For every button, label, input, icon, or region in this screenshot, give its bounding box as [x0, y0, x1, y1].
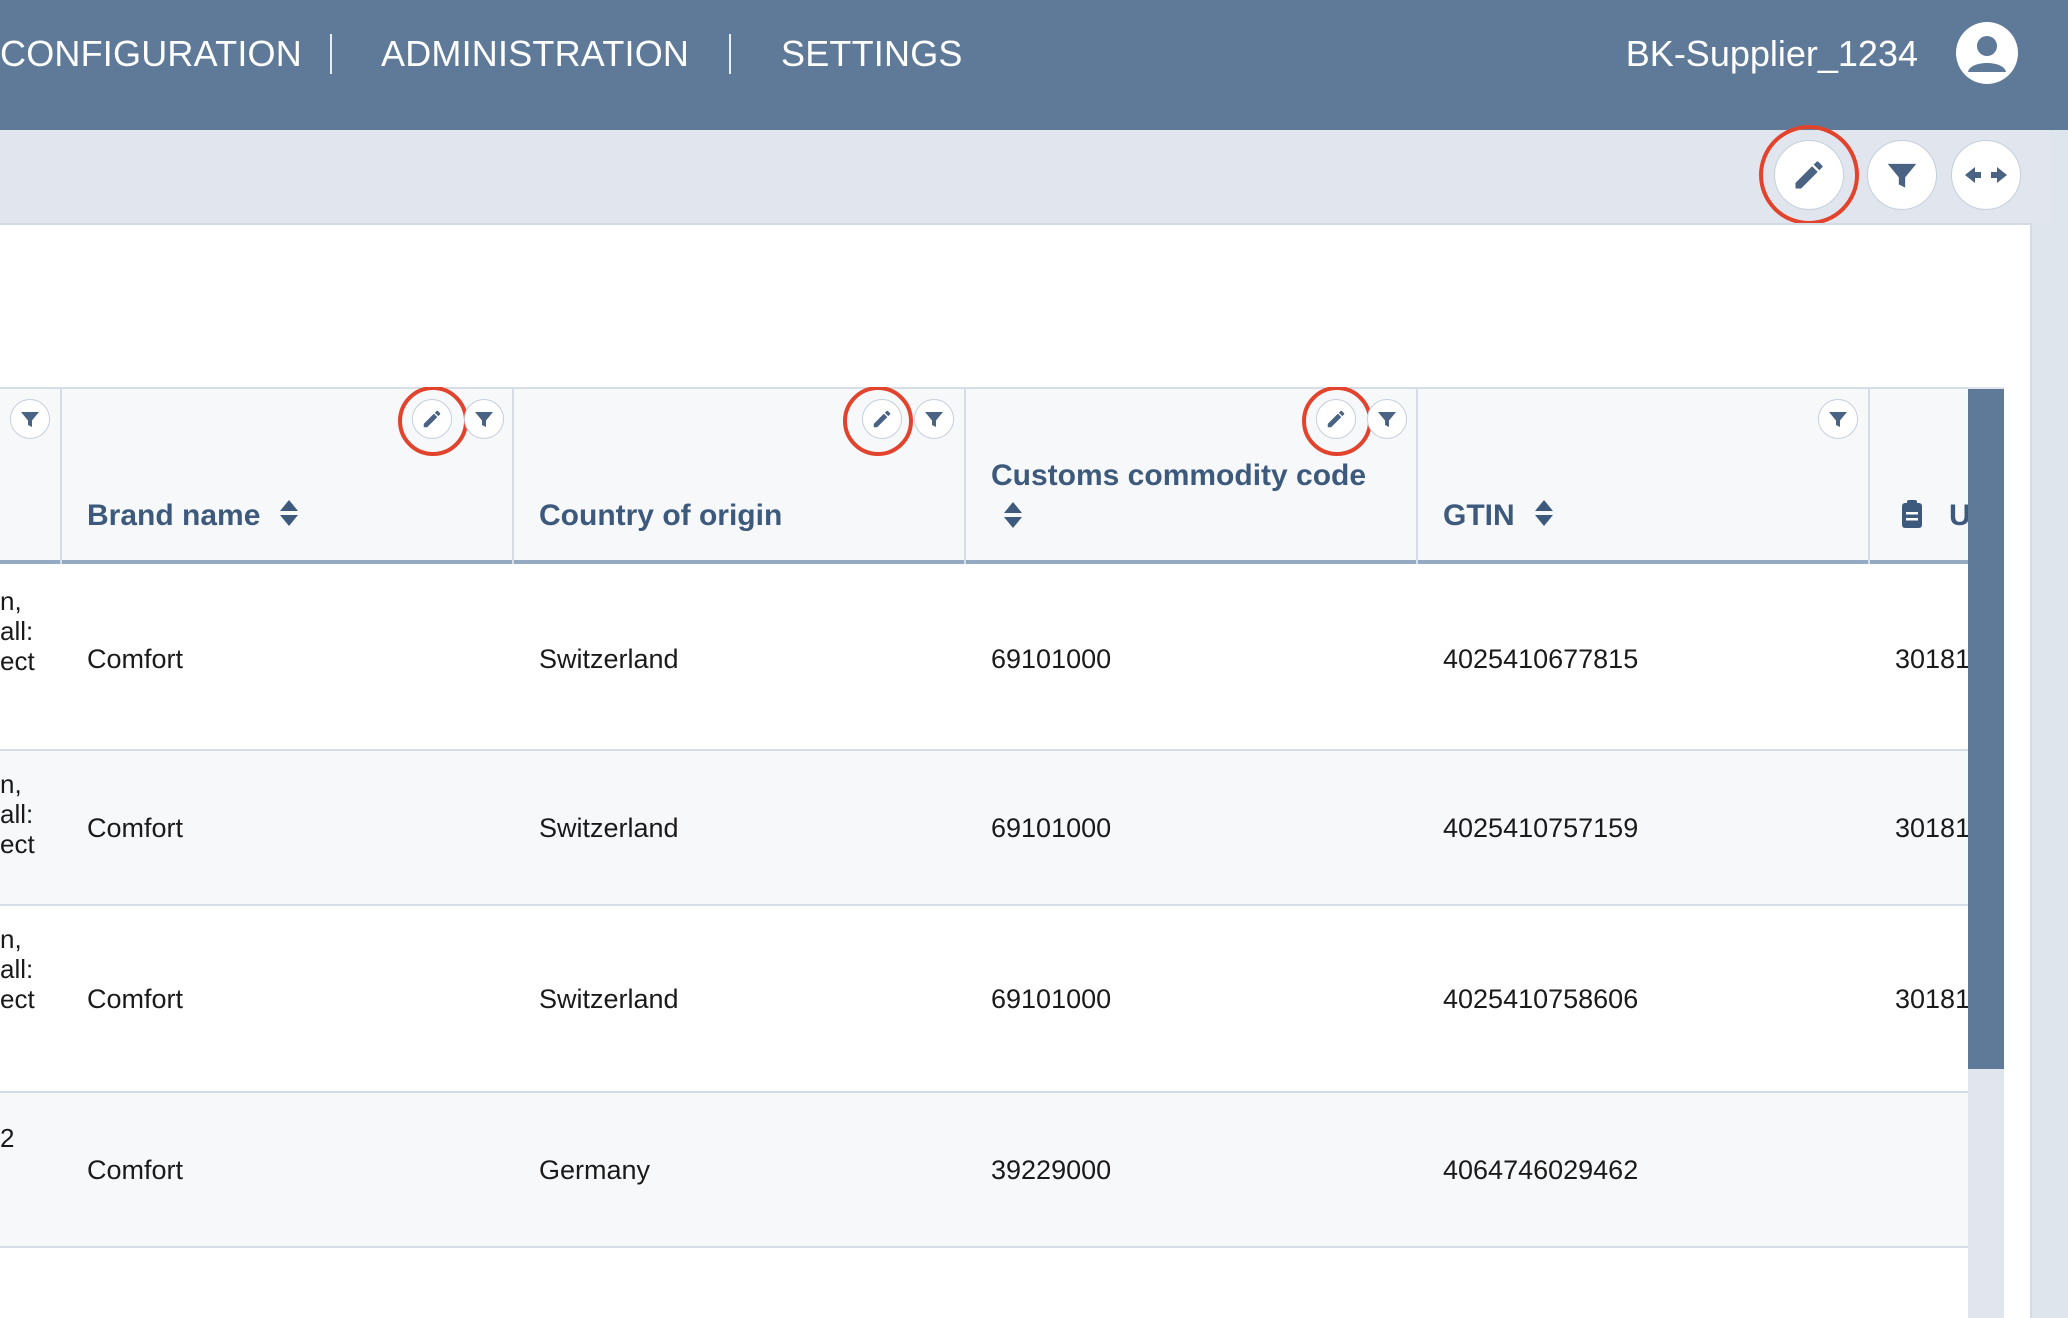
gtin-cell: 4025410757159 [1443, 813, 1639, 843]
nav-divider [330, 34, 332, 74]
clipboard-icon [1900, 499, 1924, 534]
pencil-icon [423, 410, 441, 428]
country-cell: Switzerland [539, 644, 679, 674]
country-cell: Switzerland [539, 813, 679, 843]
brand-cell: Comfort [87, 644, 184, 674]
country-cell: Germany [539, 1155, 651, 1185]
brand-cell: Comfort [87, 984, 184, 1014]
filter-icon [925, 412, 943, 427]
brand-column-edit-button[interactable] [412, 399, 452, 439]
column-header-label: Customs commodity code [991, 459, 1367, 492]
partial-cell: 30181 [1895, 644, 1968, 674]
table-row[interactable]: 2 Comfort Germany 39229000 4064746029462 [0, 1093, 1968, 1248]
gtin-cell: 4064746029462 [1443, 1155, 1639, 1185]
column-header-label: Country of origin [539, 499, 783, 532]
column-header-gtin[interactable]: GTIN [1443, 499, 1555, 535]
customs-cell: 69101000 [991, 644, 1112, 674]
nav-settings[interactable]: SETTINGS [781, 33, 963, 75]
brand-cell: Comfort [87, 1155, 184, 1185]
nav-divider [729, 34, 731, 74]
column-header-partial[interactable]: U [1949, 499, 1968, 533]
customs-cell: 39229000 [991, 1155, 1112, 1185]
nav-configuration[interactable]: CONFIGURATION [0, 33, 302, 75]
bulk-edit-button[interactable] [1774, 140, 1844, 210]
user-avatar-icon[interactable] [1956, 22, 2018, 84]
customs-cell: 69101000 [991, 813, 1112, 843]
column-header-label: Brand name [87, 499, 261, 532]
filter-icon [21, 412, 39, 427]
column-header-brand-name[interactable]: Brand name [87, 499, 300, 535]
table-row[interactable]: n, all: ect Comfort Switzerland 69101000… [0, 751, 1968, 906]
sort-icon[interactable] [278, 499, 300, 535]
filter-icon [1887, 163, 1917, 188]
column-header-label: U [1949, 499, 1968, 532]
truncated-cell-text: n, all: ect [0, 586, 35, 676]
filter-icon [475, 412, 493, 427]
column-header-country-of-origin[interactable]: Country of origin [539, 499, 782, 533]
customs-column-edit-button[interactable] [1316, 399, 1356, 439]
username-label[interactable]: BK-Supplier_1234 [1626, 33, 1918, 75]
country-cell: Switzerland [539, 984, 679, 1014]
table-header: Brand name Country of origin Customs com… [0, 387, 1968, 564]
customs-cell: 69101000 [991, 984, 1112, 1014]
truncated-cell-text: n, all: ect [0, 769, 35, 859]
arrows-horizontal-icon [1965, 167, 2007, 183]
partial-cell: 30181 [1895, 984, 1968, 1014]
grid-toolbar [0, 125, 2050, 225]
vertical-scrollbar-thumb[interactable] [1968, 389, 2004, 1069]
sort-icon[interactable] [1002, 501, 1024, 534]
brand-column-filter-button[interactable] [464, 399, 504, 439]
table-row[interactable]: n, all: ect Comfort Switzerland 69101000… [0, 564, 1968, 751]
brand-cell: Comfort [87, 813, 184, 843]
truncated-cell-text: n, all: ect [0, 924, 35, 1014]
table-row[interactable] [0, 1248, 1968, 1318]
product-data-table: Brand name Country of origin Customs com… [0, 387, 1968, 1318]
country-column-edit-button[interactable] [862, 399, 902, 439]
column-header-label: GTIN [1443, 499, 1515, 532]
pencil-icon [873, 410, 891, 428]
top-navigation-bar: CONFIGURATION ADMINISTRATION SETTINGS BK… [0, 0, 2068, 130]
pencil-icon [1327, 410, 1345, 428]
gtin-column-filter-button[interactable] [1818, 399, 1858, 439]
gtin-cell: 4025410758606 [1443, 984, 1639, 1014]
expand-columns-button[interactable] [1951, 140, 2021, 210]
sort-icon[interactable] [1533, 499, 1555, 535]
column-filter-button[interactable] [10, 399, 50, 439]
table-row[interactable]: n, all: ect Comfort Switzerland 69101000… [0, 906, 1968, 1093]
truncated-cell-text: 2 [0, 1123, 15, 1153]
filter-button[interactable] [1867, 140, 1937, 210]
pencil-icon [1795, 161, 1823, 189]
customs-column-filter-button[interactable] [1367, 399, 1407, 439]
filter-icon [1378, 412, 1396, 427]
nav-administration[interactable]: ADMINISTRATION [381, 33, 689, 75]
gtin-cell: 4025410677815 [1443, 644, 1639, 674]
partial-cell: 30181 [1895, 813, 1968, 843]
filter-icon [1829, 412, 1847, 427]
column-header-customs-commodity-code[interactable]: Customs commodity code [991, 459, 1366, 493]
country-column-filter-button[interactable] [914, 399, 954, 439]
